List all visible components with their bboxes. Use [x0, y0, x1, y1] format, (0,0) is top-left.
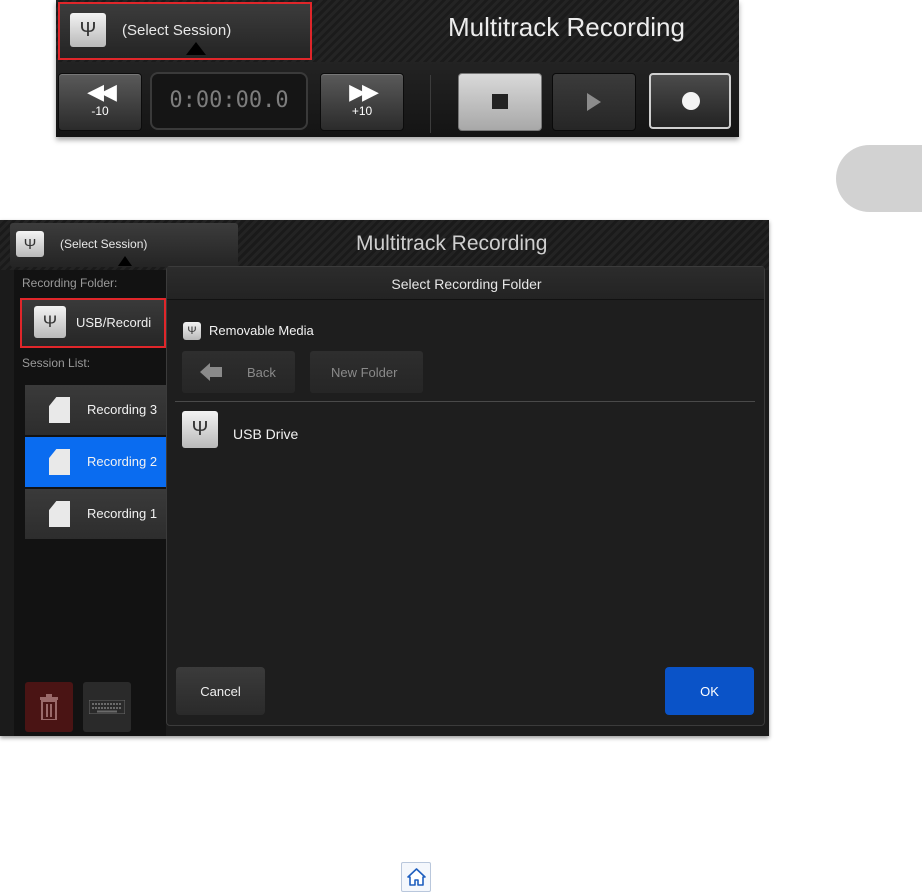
stop-button[interactable] [458, 73, 542, 131]
rewind-10-button[interactable]: ◀◀ -10 [58, 73, 142, 131]
home-button[interactable] [401, 862, 431, 892]
document-icon [49, 501, 70, 527]
time-display: 0:00:00.0 [150, 72, 308, 130]
new-folder-button[interactable]: New Folder [310, 351, 423, 393]
page-title: Multitrack Recording [448, 12, 685, 42]
session-item-label: Recording 3 [87, 402, 158, 417]
transport-divider [430, 75, 431, 133]
session-item-label: Recording 1 [87, 506, 158, 521]
rewind-icon: ◀◀ [87, 79, 117, 104]
record-icon [682, 92, 700, 110]
usb-icon: Ψ [34, 306, 66, 338]
document-icon [49, 397, 70, 423]
back-label: Back [247, 365, 276, 380]
keyboard-icon [89, 700, 125, 714]
back-arrow-icon-tail [210, 367, 222, 377]
folder-entry-label: USB Drive [233, 426, 299, 442]
trash-icon [40, 694, 58, 720]
side-tab [836, 145, 922, 212]
play-icon [587, 93, 601, 111]
session-item-recording-2[interactable]: Recording 2 [25, 437, 166, 487]
new-folder-label: New Folder [331, 365, 398, 380]
usb-icon: Ψ [70, 13, 106, 47]
session-item-recording-1[interactable]: Recording 1 [25, 489, 166, 539]
select-folder-dialog: Select Recording Folder Ψ Removable Medi… [166, 266, 765, 726]
folder-entry-usb-drive[interactable]: Ψ USB Drive [175, 405, 475, 455]
recording-folder-value: USB/Recordi [76, 315, 152, 330]
usb-icon: Ψ [16, 231, 44, 257]
recording-folder-label: Recording Folder: [22, 276, 118, 290]
dialog-divider [175, 401, 755, 402]
recording-folder-button[interactable]: Ψ USB/Recordi [20, 298, 166, 348]
caret-up-icon [186, 42, 206, 55]
stop-icon [492, 94, 508, 109]
usb-drive-icon: Ψ [182, 411, 218, 448]
current-path-label: Removable Media [209, 323, 314, 338]
fast-forward-icon: ▶▶ [349, 79, 379, 104]
top-screenshot-panel: Ψ (Select Session) Multitrack Recording … [56, 0, 739, 137]
play-button[interactable] [552, 73, 636, 131]
session-list-label: Session List: [22, 356, 91, 370]
bottom-screenshot-panel: Ψ (Select Session) Multitrack Recording … [0, 220, 769, 736]
forward-10-button[interactable]: ▶▶ +10 [320, 73, 404, 131]
select-session-button-2[interactable]: Ψ (Select Session) [10, 223, 238, 267]
dialog-title: Select Recording Folder [391, 276, 542, 292]
keyboard-button[interactable] [83, 682, 131, 732]
usb-icon: Ψ [183, 322, 201, 340]
delete-button[interactable] [25, 682, 73, 732]
cancel-button[interactable]: Cancel [176, 667, 265, 715]
caret-up-icon [118, 256, 132, 266]
session-item-recording-3[interactable]: Recording 3 [25, 385, 166, 435]
document-icon [49, 449, 70, 475]
select-session-label-2: (Select Session) [60, 237, 148, 251]
page-title-2: Multitrack Recording [356, 232, 548, 255]
session-item-label: Recording 2 [87, 454, 158, 469]
select-session-button[interactable]: Ψ (Select Session) [58, 2, 312, 60]
record-button[interactable] [649, 73, 731, 129]
ok-button[interactable]: OK [665, 667, 754, 715]
forward-10-label: +10 [351, 104, 373, 118]
home-icon [407, 868, 426, 886]
rewind-10-label: -10 [91, 104, 109, 118]
back-arrow-icon [200, 363, 210, 381]
back-button[interactable]: Back [182, 351, 295, 393]
select-session-label: (Select Session) [122, 22, 232, 39]
